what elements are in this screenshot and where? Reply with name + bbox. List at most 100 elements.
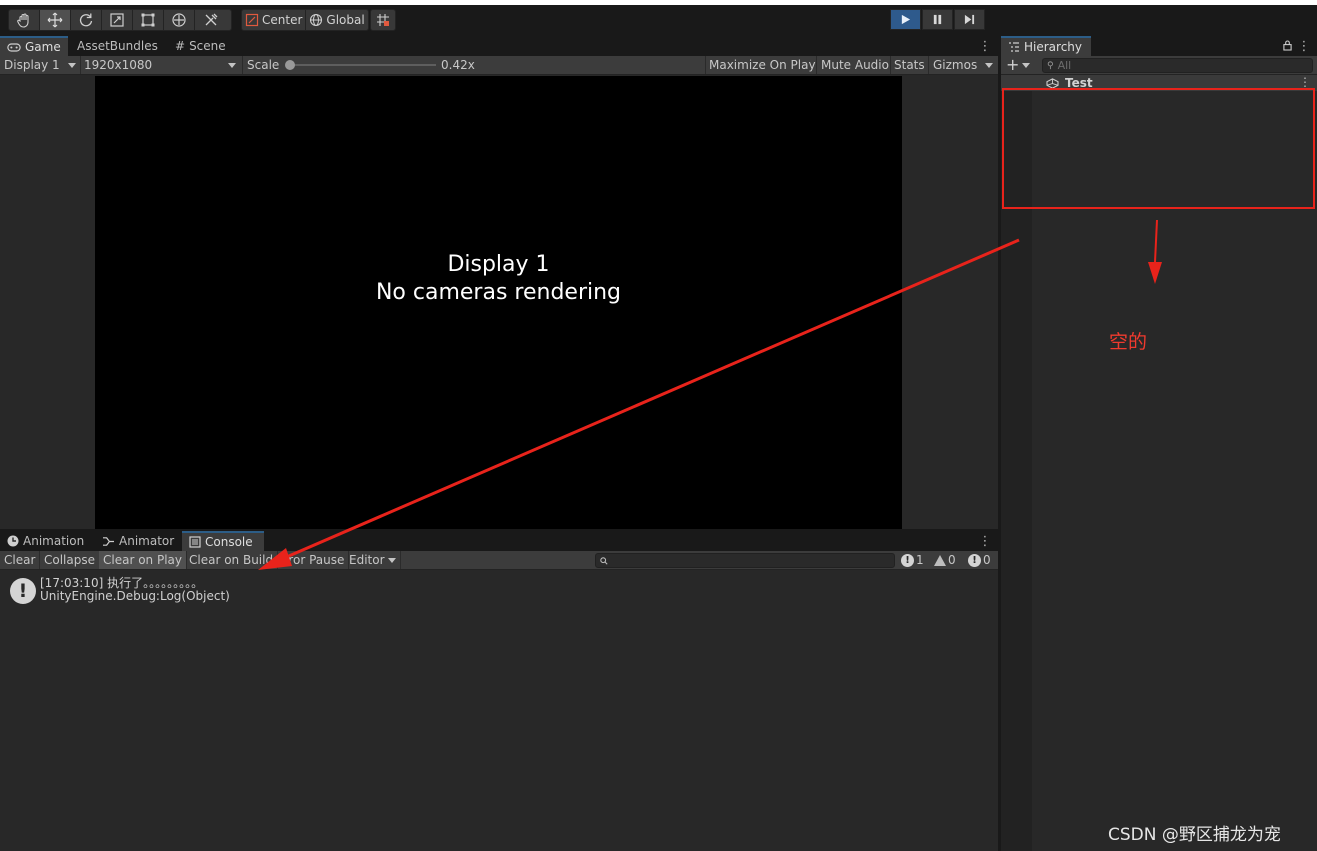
warning-count: 0 (948, 553, 956, 567)
create-dropdown-arrow-icon (1022, 62, 1031, 68)
custom-tool-button[interactable] (195, 10, 226, 30)
display-select-label: Display 1 (4, 58, 60, 72)
pause-icon (933, 14, 942, 25)
clear-on-play-toggle[interactable]: Clear on Play (99, 551, 187, 569)
plus-icon: + (1006, 55, 1020, 74)
resolution-select[interactable]: 1920x1080 (84, 56, 240, 74)
scale-value: 0.42x (441, 58, 475, 72)
tab-animator[interactable]: Animator (95, 531, 181, 551)
toolbar-separator (928, 56, 929, 74)
tab-hierarchy-label: Hierarchy (1024, 40, 1083, 54)
create-dropdown-button[interactable]: + (1006, 55, 1031, 74)
error-count: 0 (983, 553, 991, 567)
grid-snap-group (370, 9, 396, 31)
step-button[interactable] (954, 9, 985, 30)
error-pause-toggle[interactable]: Error Pause (272, 551, 350, 569)
pivot-space-label: Global (326, 13, 365, 27)
grid-snap-button[interactable] (371, 10, 395, 30)
scale-icon (110, 13, 124, 27)
log-stacktrace: UnityEngine.Debug:Log(Object) (40, 589, 230, 603)
log-count-toggle[interactable]: ! 1 (901, 551, 924, 569)
console-icon (189, 536, 201, 548)
editor-select[interactable]: Editor (345, 551, 401, 569)
pivot-mode-button[interactable]: Center (242, 10, 307, 30)
clear-on-build-toggle[interactable]: Clear on Build (185, 551, 279, 569)
tab-hierarchy[interactable]: Hierarchy (1001, 36, 1091, 56)
toolbar-separator (705, 56, 706, 74)
toolbar-separator (242, 56, 243, 74)
tab-scene[interactable]: # Scene (168, 36, 233, 56)
annotation-note: 空的 (1109, 331, 1148, 353)
scale-tool-button[interactable] (102, 10, 133, 30)
mute-audio-toggle[interactable]: Mute Audio (821, 56, 889, 74)
gamepad-icon (7, 42, 21, 52)
hand-tool-button[interactable] (9, 10, 40, 30)
display-select[interactable]: Display 1 (4, 56, 78, 74)
rect-tool-button[interactable] (133, 10, 164, 30)
console-log-entry[interactable]: ! [17:03:10] 执行了。。。。。。。。。 UnityEngine.De… (0, 572, 998, 608)
hierarchy-toolbar: + ⚲ All (1001, 56, 1317, 75)
error-count-toggle[interactable]: ! 0 (968, 551, 991, 569)
log-count: 1 (916, 553, 924, 567)
toolbar-separator (80, 56, 81, 74)
no-cameras-message: No cameras rendering (375, 280, 622, 305)
resolution-select-label: 1920x1080 (84, 58, 153, 72)
console-search-input[interactable] (595, 553, 895, 568)
game-view-toolbar: Display 1 1920x1080 Scale 0.42x Maximize… (0, 56, 998, 75)
search-icon (600, 557, 608, 565)
game-panel-menu-icon[interactable]: ⋮ (979, 38, 992, 54)
hash-icon: # (175, 39, 186, 53)
animation-clock-icon (7, 535, 19, 547)
grid-snap-icon (377, 14, 389, 26)
rect-transform-icon (141, 13, 155, 27)
tab-scene-label: Scene (189, 39, 226, 53)
warning-count-toggle[interactable]: 0 (934, 551, 956, 569)
tab-console-label: Console (205, 535, 253, 549)
scale-slider-thumb[interactable] (285, 60, 295, 70)
tab-animation[interactable]: Animation (0, 531, 91, 551)
gizmos-toggle[interactable]: Gizmos (933, 56, 977, 74)
main-toolbar: Center Global (0, 0, 1317, 36)
game-tabbar: Game AssetBundles # Scene ⋮ (0, 36, 998, 56)
tab-console[interactable]: Console (182, 531, 264, 551)
console-toolbar: Clear Collapse Clear on Play Clear on Bu… (0, 551, 998, 570)
transform-tools (8, 9, 232, 31)
tab-game[interactable]: Game (0, 36, 68, 56)
info-icon: ! (901, 553, 914, 567)
console-panel-menu-icon[interactable]: ⋮ (979, 533, 992, 549)
collapse-button[interactable]: Collapse (40, 551, 100, 569)
clear-button[interactable]: Clear (0, 551, 41, 569)
tab-animator-label: Animator (119, 534, 175, 548)
window-title-strip (0, 0, 1317, 5)
console-panel: Animation Animator Console ⋮ Clear Colla… (0, 531, 998, 851)
annotation-highlight-box (1002, 88, 1315, 209)
pause-button[interactable] (922, 9, 953, 30)
log-info-icon: ! (10, 578, 36, 604)
move-tool-button[interactable] (40, 10, 71, 30)
hierarchy-search-placeholder: All (1057, 59, 1072, 72)
gizmos-dropdown-arrow-icon[interactable] (985, 63, 993, 68)
display-dropdown-arrow-icon (68, 63, 76, 68)
transform-gizmo-icon (172, 13, 186, 27)
game-render-canvas[interactable]: Display 1 No cameras rendering (95, 76, 902, 530)
tools-icon (205, 13, 217, 26)
step-icon (964, 14, 975, 25)
pivot-space-button[interactable]: Global (306, 10, 367, 30)
tab-assetbundles[interactable]: AssetBundles (70, 36, 165, 56)
play-button[interactable] (890, 9, 921, 30)
hierarchy-menu-icon[interactable]: ⋮ (1298, 38, 1311, 54)
search-filter-icon: ⚲ (1047, 60, 1054, 71)
scale-slider-track[interactable] (290, 64, 436, 66)
stats-toggle[interactable]: Stats (894, 56, 925, 74)
transform-tool-button[interactable] (164, 10, 195, 30)
editor-dropdown-arrow-icon (387, 557, 396, 563)
lock-icon[interactable] (1283, 40, 1292, 51)
pivot-tools: Center Global (241, 9, 369, 31)
hierarchy-search-input[interactable]: ⚲ All (1042, 58, 1313, 73)
rotate-tool-button[interactable] (71, 10, 102, 30)
error-icon: ! (968, 553, 981, 567)
animator-graph-icon (103, 536, 114, 546)
scene-menu-icon[interactable]: ⋮ (1299, 75, 1311, 89)
scale-label: Scale (247, 58, 280, 72)
maximize-on-play-toggle[interactable]: Maximize On Play (709, 56, 816, 74)
